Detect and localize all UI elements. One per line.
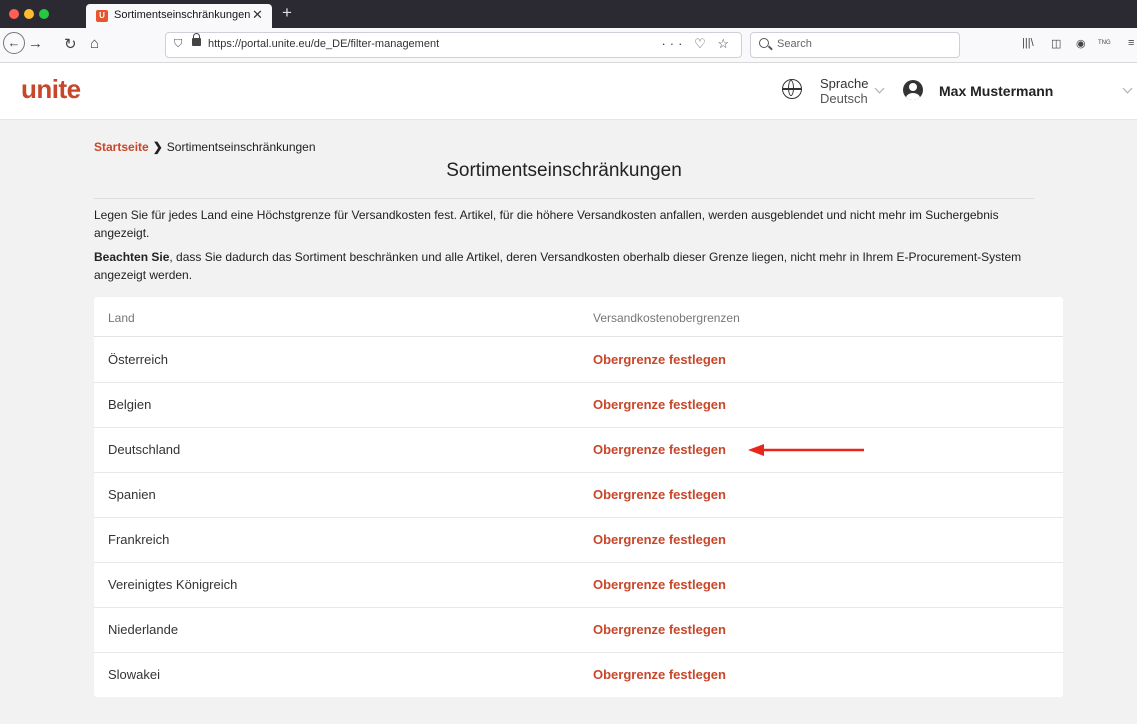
lock-icon[interactable] xyxy=(192,33,201,46)
table-row: Vereinigtes Königreich Obergrenze festle… xyxy=(94,562,1063,608)
close-tab-icon[interactable]: ✕ xyxy=(252,7,263,23)
table-row: Frankreich Obergrenze festlegen xyxy=(94,517,1063,563)
column-header-limits: Versandkostenobergrenzen xyxy=(593,311,740,325)
breadcrumb-current: Sortimentseinschränkungen xyxy=(166,140,316,154)
description-text: Legen Sie für jedes Land eine Höchstgren… xyxy=(94,208,999,240)
table-row: Österreich Obergrenze festlegen xyxy=(94,337,1063,383)
country-name: Vereinigtes Königreich xyxy=(108,577,238,592)
shipping-limits-table: Land Versandkostenobergrenzen Österreich… xyxy=(94,297,1063,697)
country-name: Slowakei xyxy=(108,667,161,682)
set-limit-link[interactable]: Obergrenze festlegen xyxy=(593,442,726,457)
browser-nav-bar: ← → ↻ ⌂ ⛉ https://portal.unite.eu/de_DE/… xyxy=(0,28,1137,63)
page-title: Sortimentseinschränkungen xyxy=(446,160,682,181)
country-name: Belgien xyxy=(108,397,152,412)
search-bar[interactable]: Search xyxy=(750,32,960,58)
table-row: Niederlande Obergrenze festlegen xyxy=(94,607,1063,653)
menu-icon[interactable]: ≡ xyxy=(1128,37,1134,49)
unite-favicon-icon: U xyxy=(96,10,108,22)
sidebar-icon[interactable]: ◫ xyxy=(1051,37,1061,50)
new-tab-button[interactable]: + xyxy=(282,3,292,23)
country-name: Frankreich xyxy=(108,532,170,547)
url-text[interactable]: https://portal.unite.eu/de_DE/filter-man… xyxy=(208,38,439,50)
country-name: Niederlande xyxy=(108,622,179,637)
unite-logo[interactable]: unite xyxy=(21,74,81,105)
table-row: Deutschland Obergrenze festlegen xyxy=(94,427,1063,473)
breadcrumb-home-link[interactable]: Startseite xyxy=(94,140,149,154)
set-limit-link[interactable]: Obergrenze festlegen xyxy=(593,577,726,592)
forward-button[interactable]: → xyxy=(28,35,43,52)
language-chevron-down-icon[interactable] xyxy=(874,83,885,94)
library-icon[interactable]: |||\ xyxy=(1022,37,1034,49)
set-limit-link[interactable]: Obergrenze festlegen xyxy=(593,397,726,412)
user-menu-chevron-down-icon[interactable] xyxy=(1122,83,1133,94)
set-limit-link[interactable]: Obergrenze festlegen xyxy=(593,352,726,367)
warning-text: Beachten Sie, dass Sie dadurch das Sorti… xyxy=(94,248,1054,284)
set-limit-link[interactable]: Obergrenze festlegen xyxy=(593,622,726,637)
country-name: Spanien xyxy=(108,487,156,502)
country-name: Österreich xyxy=(108,352,168,367)
language-label[interactable]: Sprache xyxy=(820,76,868,91)
page-actions-icon[interactable]: ··· ♡ ☆ xyxy=(661,36,733,52)
title-divider xyxy=(94,198,1034,199)
account-icon[interactable]: ◉ xyxy=(1076,37,1086,50)
annotation-arrow-icon xyxy=(748,444,864,456)
browser-tab[interactable]: U Sortimentseinschränkungen ✕ xyxy=(86,4,272,28)
globe-icon[interactable] xyxy=(782,79,802,99)
warning-rest: , dass Sie dadurch das Sortiment beschrä… xyxy=(94,250,1022,282)
browser-title-bar: U Sortimentseinschränkungen ✕ + xyxy=(0,0,1137,28)
set-limit-link[interactable]: Obergrenze festlegen xyxy=(593,532,726,547)
column-header-country: Land xyxy=(108,311,135,325)
table-row: Spanien Obergrenze festlegen xyxy=(94,472,1063,518)
tracking-shield-icon[interactable]: ⛉ xyxy=(174,38,182,51)
set-limit-link[interactable]: Obergrenze festlegen xyxy=(593,667,726,682)
url-bar[interactable]: ⛉ https://portal.unite.eu/de_DE/filter-m… xyxy=(165,32,742,58)
search-placeholder[interactable]: Search xyxy=(777,38,812,50)
table-row: Belgien Obergrenze festlegen xyxy=(94,382,1063,428)
site-header: unite Sprache Deutsch Max Mustermann xyxy=(0,63,1137,120)
table-header: Land Versandkostenobergrenzen xyxy=(94,297,1063,337)
country-name: Deutschland xyxy=(108,442,181,457)
search-icon xyxy=(759,38,769,48)
home-button[interactable]: ⌂ xyxy=(90,35,99,52)
minimize-window-button[interactable] xyxy=(24,9,34,19)
maximize-window-button[interactable] xyxy=(39,9,49,19)
close-window-button[interactable] xyxy=(9,9,19,19)
set-limit-link[interactable]: Obergrenze festlegen xyxy=(593,487,726,502)
user-avatar-icon[interactable] xyxy=(903,80,923,100)
reload-button[interactable]: ↻ xyxy=(64,35,77,53)
warning-bold-lead: Beachten Sie xyxy=(94,250,170,264)
language-value[interactable]: Deutsch xyxy=(820,91,868,106)
table-row: Slowakei Obergrenze festlegen xyxy=(94,652,1063,697)
tab-title: Sortimentseinschränkungen xyxy=(114,9,251,21)
breadcrumb: Startseite ❯ Sortimentseinschränkungen xyxy=(94,140,316,154)
back-button[interactable]: ← xyxy=(3,32,25,54)
user-name[interactable]: Max Mustermann xyxy=(939,83,1053,99)
extension-icon[interactable]: TNG xyxy=(1098,40,1111,46)
breadcrumb-chevron-icon: ❯ xyxy=(152,140,163,154)
